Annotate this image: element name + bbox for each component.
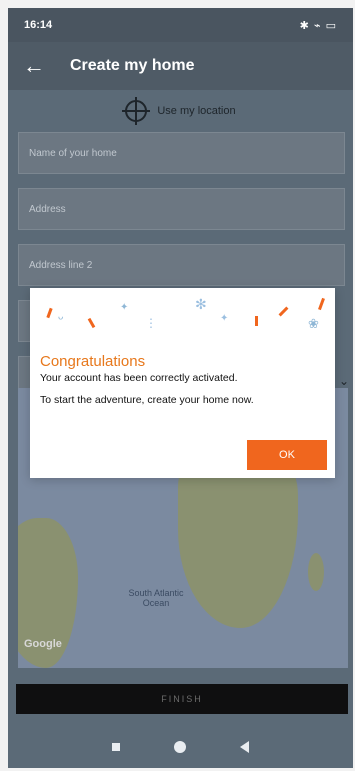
address-field[interactable]: Address [18, 188, 345, 230]
status-icons: ✱ ⌁ ▭ [299, 19, 337, 32]
home-name-field[interactable]: Name of your home [18, 132, 345, 174]
finish-button[interactable]: FINISH [16, 684, 348, 714]
crosshair-icon [122, 97, 151, 125]
back-arrow-icon[interactable]: ← [14, 53, 54, 79]
address-line-2-field[interactable]: Address line 2 [18, 244, 345, 286]
google-logo: Google [24, 638, 62, 650]
home-icon[interactable] [174, 741, 186, 753]
page-title: Create my home [70, 57, 195, 74]
dialog-title: Congratulations [40, 353, 146, 370]
status-bar: 16:14 ✱ ⌁ ▭ [8, 8, 353, 42]
map-ocean-label: South Atlantic Ocean [128, 588, 184, 608]
ok-button[interactable]: OK [247, 440, 327, 470]
map-land-madagascar [308, 553, 324, 591]
chevron-down-icon[interactable]: ⌄ [339, 374, 349, 388]
use-location-button[interactable]: Use my location [8, 90, 353, 132]
use-location-label: Use my location [157, 105, 236, 117]
dialog-message: Your account has been correctly activate… [40, 372, 325, 416]
back-triangle-icon[interactable] [240, 741, 249, 753]
system-nav-bar [8, 726, 353, 768]
status-time: 16:14 [24, 19, 53, 31]
congratulations-dialog: ᵕ ✦ ⋮ ✻ ✦ ❀ Congratulations Your account… [30, 288, 335, 478]
recents-icon[interactable] [112, 743, 120, 751]
dialog-line-2: To start the adventure, create your home… [40, 394, 254, 406]
app-bar: ← Create my home [8, 42, 353, 90]
confetti-decoration: ᵕ ✦ ⋮ ✻ ✦ ❀ [30, 288, 335, 338]
dialog-line-1: Your account has been correctly activate… [40, 372, 238, 384]
